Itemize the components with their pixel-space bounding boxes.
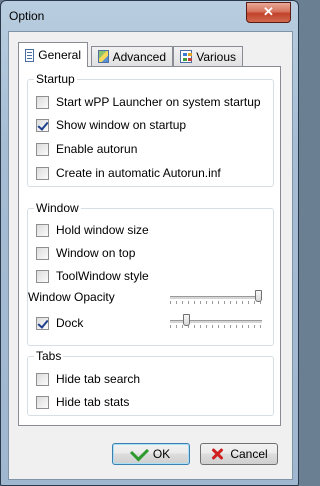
tab-various[interactable]: Various [173,46,243,66]
cancel-x-icon [210,447,224,461]
window-on-top-checkbox-row[interactable]: Window on top [36,246,135,260]
tab-general[interactable]: General [18,42,88,67]
slider-thumb[interactable] [182,314,190,326]
group-title: Tabs [34,349,64,363]
title-bar[interactable]: Option ✕ [1,1,298,31]
startup-group: Startup Start wPP Launcher on system sta… [27,72,274,187]
tabs-group: Tabs Hide tab search Hide tab stats [27,349,274,416]
opacity-slider[interactable] [170,290,262,304]
checkbox[interactable] [36,142,49,156]
checkbox[interactable] [36,395,49,409]
checkbox[interactable] [36,118,49,132]
group-title: Window [34,201,81,215]
cancel-button[interactable]: Cancel [200,443,278,465]
autorun-inf-checkbox-row[interactable]: Create in automatic Autorun.inf [36,166,221,180]
hold-size-checkbox-row[interactable]: Hold window size [36,223,149,237]
tab-label: Various [196,49,236,64]
checkbox[interactable] [36,166,49,180]
show-window-checkbox-row[interactable]: Show window on startup [36,118,186,132]
dock-checkbox-row[interactable]: Dock [36,316,83,330]
checkbox-label: Enable autorun [56,142,138,156]
checkbox-label: ToolWindow style [56,269,149,283]
startup-checkbox-row[interactable]: Start wPP Launcher on system startup [36,95,261,109]
close-button[interactable]: ✕ [246,2,291,23]
toolwindow-checkbox-row[interactable]: ToolWindow style [36,269,149,283]
checkbox[interactable] [36,269,49,283]
grid-icon [180,50,193,63]
slider-track [170,296,262,299]
enable-autorun-checkbox-row[interactable]: Enable autorun [36,142,137,156]
group-title: Startup [34,72,77,86]
tab-label: General [38,48,81,62]
checkbox[interactable] [36,316,49,330]
checkbox[interactable] [36,246,49,260]
checkbox-label: Start wPP Launcher on system startup [56,95,261,109]
tab-advanced[interactable]: Advanced [91,46,173,66]
checkbox-label: Create in automatic Autorun.inf [56,166,221,180]
image-icon [98,50,109,63]
close-icon: ✕ [263,4,274,19]
window-title: Option [9,9,45,23]
list-icon [25,48,35,62]
window-group: Window Hold window size Window on top To… [27,201,274,346]
checkbox-label: Window on top [56,246,136,260]
slider-ticks [170,301,262,304]
general-tab-panel: Startup Start wPP Launcher on system sta… [18,66,281,426]
dialog-client: General Advanced Various Startup Start w… [8,31,293,480]
checkbox-label: Dock [56,316,84,330]
checkmark-icon [129,441,149,462]
checkbox-label: Hide tab search [56,372,141,386]
hide-tab-stats-checkbox-row[interactable]: Hide tab stats [36,395,129,409]
dock-slider[interactable] [170,314,262,328]
ok-label: OK [152,447,171,461]
option-window: Option ✕ General Advanced Various Startu… [0,0,299,486]
checkbox[interactable] [36,372,49,386]
checkbox[interactable] [36,223,49,237]
cancel-label: Cancel [230,447,268,461]
checkbox[interactable] [36,95,49,109]
checkbox-label: Hide tab stats [56,395,130,409]
hide-tab-search-checkbox-row[interactable]: Hide tab search [36,372,140,386]
opacity-label: Window Opacity [28,290,115,304]
tab-label: Advanced [112,49,166,64]
checkbox-label: Show window on startup [56,118,187,132]
ok-button[interactable]: OK [112,441,190,465]
slider-thumb[interactable] [255,290,262,302]
checkbox-label: Hold window size [56,223,149,237]
